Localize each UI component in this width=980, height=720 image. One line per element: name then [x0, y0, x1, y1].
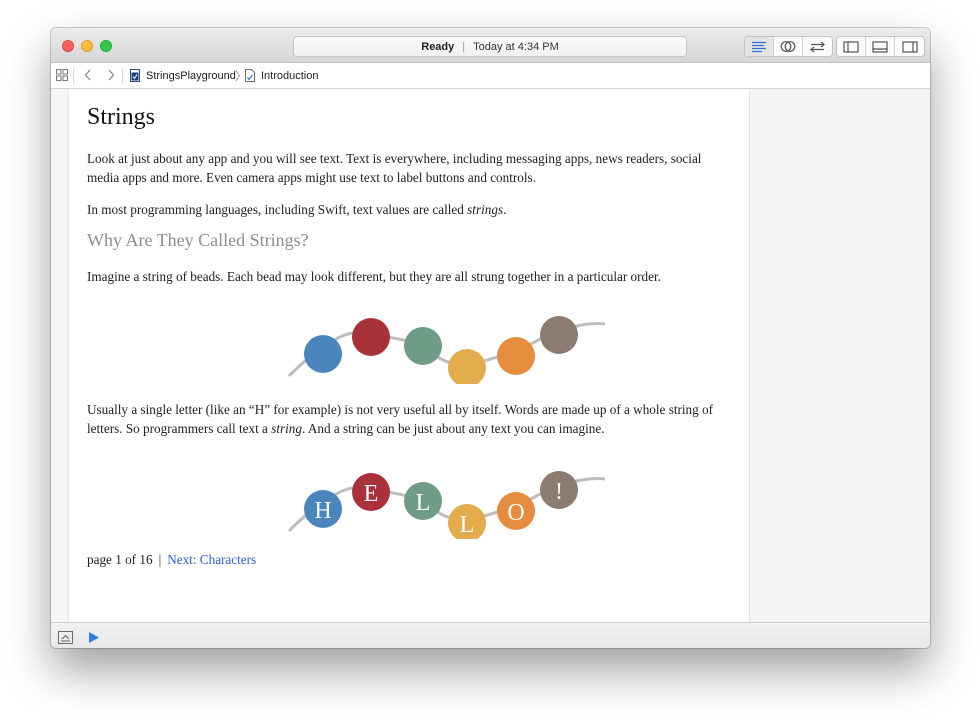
activity-time: Today at 4:34 PM: [473, 40, 559, 53]
zoom-button[interactable]: [100, 40, 112, 52]
editor-gutter: [51, 89, 69, 622]
breadcrumb-playground[interactable]: StringsPlayground: [130, 69, 236, 82]
paragraph-text: In most programming languages, including…: [87, 202, 468, 217]
paragraph-text: .: [503, 202, 507, 217]
debug-area-toggle-icon: [872, 40, 888, 53]
activity-viewer: Ready | Today at 4:34 PM: [293, 36, 687, 57]
version-editor-button[interactable]: [803, 37, 832, 56]
bead-letter-6: !: [555, 479, 563, 505]
utilities-toggle-icon: [901, 40, 918, 53]
show-debug-area-icon: [58, 631, 73, 644]
activity-separator: |: [462, 40, 466, 53]
view-toggle-control: [836, 36, 925, 57]
debug-area-button[interactable]: [58, 629, 73, 648]
bead-1: [304, 335, 342, 373]
minimize-button[interactable]: [81, 40, 93, 52]
playground-window: Ready | Today at 4:34 PM StringsPlaygrou…: [51, 28, 930, 648]
bead-3: [404, 327, 442, 365]
next-page-link[interactable]: Next: Characters: [167, 552, 256, 567]
bottom-bar: [51, 622, 930, 648]
bead-2: [352, 318, 390, 356]
debug-area-toggle-button[interactable]: [866, 37, 895, 56]
utilities-toggle-button[interactable]: [895, 37, 924, 56]
title-bar: Ready | Today at 4:34 PM: [51, 28, 930, 63]
paragraph-intro: Look at just about any app and you will …: [87, 151, 702, 185]
standard-editor-button[interactable]: [745, 37, 774, 56]
emphasis-text: strings: [467, 202, 504, 217]
breadcrumb-playground-label: StringsPlayground: [146, 69, 236, 82]
bead-6: [540, 316, 578, 354]
assistant-editor-icon: [780, 41, 796, 52]
close-button[interactable]: [62, 40, 74, 52]
bead-letter-2: E: [364, 481, 379, 507]
standard-editor-icon: [752, 41, 766, 52]
breadcrumb-page-label: Introduction: [261, 69, 319, 82]
hello-beads-illustration: H E L L O !: [287, 471, 606, 539]
bead-5: [497, 337, 535, 375]
chevron-right-icon: [108, 69, 115, 81]
editor-mode-control: [744, 36, 833, 57]
play-icon: [89, 632, 99, 643]
pager-separator: |: [158, 552, 162, 567]
jumpbar-divider: [73, 68, 74, 83]
navigator-toggle-icon: [843, 40, 859, 53]
paragraph-text: . And a string can be just about any tex…: [301, 421, 605, 436]
emphasis-text: string: [271, 421, 302, 436]
results-sidebar: [749, 89, 930, 622]
jumpbar-divider: [122, 68, 123, 83]
version-editor-icon: [810, 41, 825, 52]
activity-status: Ready: [421, 40, 455, 53]
playground-content: Strings Look at just about any app and y…: [51, 89, 930, 622]
paragraph-strings-definition: In most programming languages, including…: [87, 200, 735, 219]
paragraph-letters: Usually a single letter (like an “H” for…: [87, 400, 735, 438]
grid-icon: [56, 69, 68, 81]
bead-letter-1: H: [314, 498, 331, 524]
bead-letter-3: L: [416, 490, 431, 516]
page-counter: page 1 of 16: [87, 552, 153, 567]
back-button[interactable]: [84, 69, 92, 81]
navigator-toggle-button[interactable]: [837, 37, 866, 56]
related-items-button[interactable]: [56, 69, 68, 81]
chevron-left-icon: [84, 69, 91, 81]
forward-button[interactable]: [107, 69, 115, 81]
page-navigation: page 1 of 16 | Next: Characters: [87, 552, 256, 568]
playground-page-icon: [245, 69, 255, 82]
playground-file-icon: [130, 69, 140, 82]
section-heading: Why Are They Called Strings?: [87, 230, 309, 250]
breadcrumb-page[interactable]: Introduction: [245, 69, 318, 82]
page-title: Strings: [87, 104, 156, 130]
paragraph-beads: Imagine a string of beads. Each bead may…: [87, 269, 661, 284]
bead-letter-5: O: [507, 500, 524, 526]
run-playground-button[interactable]: [88, 629, 100, 648]
jump-bar: StringsPlayground 〉 Introduction: [51, 63, 930, 89]
beads-illustration: [287, 316, 606, 384]
assistant-editor-button[interactable]: [774, 37, 803, 56]
bead-4: [448, 349, 486, 384]
bead-letter-4: L: [460, 512, 475, 538]
